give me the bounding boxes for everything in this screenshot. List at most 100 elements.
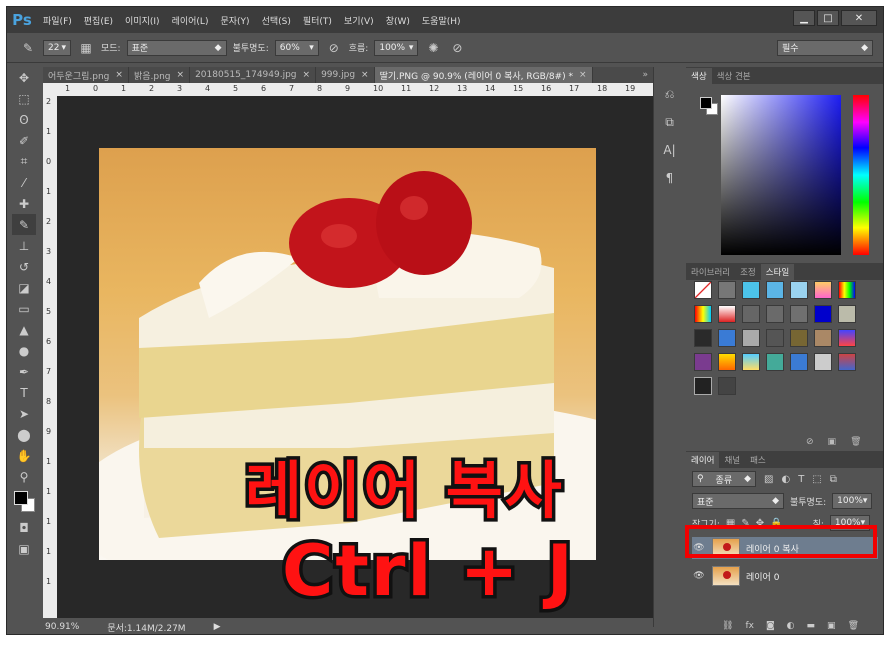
brush-tool-icon[interactable]: ✎: [19, 39, 37, 57]
mode-select[interactable]: 표준 ◆: [126, 39, 227, 56]
style-swatch[interactable]: [742, 353, 760, 371]
path-select-tool-icon[interactable]: ➤: [12, 403, 36, 424]
close-tab-icon[interactable]: ×: [115, 70, 123, 80]
tab-layers[interactable]: 레이어: [686, 452, 720, 468]
close-tab-icon[interactable]: ×: [579, 70, 587, 80]
style-swatch[interactable]: [766, 305, 784, 323]
style-swatch[interactable]: [718, 281, 736, 299]
style-swatch[interactable]: [718, 329, 736, 347]
tab-color[interactable]: 색상: [686, 68, 712, 84]
dodge-tool-icon[interactable]: ●: [12, 340, 36, 361]
menu-type[interactable]: 문자(Y): [214, 14, 255, 27]
new-layer-icon[interactable]: ▣: [827, 621, 836, 631]
style-swatch[interactable]: [790, 353, 808, 371]
quick-mask-icon[interactable]: ◘: [12, 517, 36, 538]
style-swatch[interactable]: [766, 281, 784, 299]
hue-slider[interactable]: [853, 95, 869, 255]
doc-tab[interactable]: 999.jpg ×: [316, 67, 375, 83]
marquee-tool-icon[interactable]: ⬚: [12, 88, 36, 109]
style-swatch[interactable]: [694, 281, 712, 299]
style-swatch[interactable]: [790, 281, 808, 299]
style-swatch[interactable]: [814, 353, 832, 371]
doc-tab[interactable]: 20180515_174949.jpg ×: [190, 67, 317, 83]
layer-opacity-field[interactable]: 100% ▾: [832, 493, 873, 509]
tab-libraries[interactable]: 라이브러리: [686, 264, 735, 280]
close-tab-icon[interactable]: ×: [177, 70, 185, 80]
menu-select[interactable]: 선택(S): [256, 14, 297, 27]
lasso-tool-icon[interactable]: ʘ: [12, 109, 36, 130]
tab-swatches[interactable]: 색상 견본: [712, 68, 756, 84]
style-swatch[interactable]: [790, 329, 808, 347]
adjustment-layer-icon[interactable]: ◐: [787, 621, 795, 631]
gradient-tool-icon[interactable]: ▭: [12, 298, 36, 319]
color-swatches[interactable]: [11, 487, 37, 517]
doc-tab-active[interactable]: 딸기.PNG @ 90.9% (레이어 0 복사, RGB/8#) * ×: [374, 67, 593, 83]
filter-smart-icon[interactable]: ⧉: [830, 474, 837, 485]
brush-tool-icon[interactable]: ✎: [12, 214, 36, 235]
opacity-field[interactable]: 60% ▾: [274, 39, 319, 56]
history-brush-tool-icon[interactable]: ↺: [12, 256, 36, 277]
style-swatch[interactable]: [838, 281, 856, 299]
style-swatch[interactable]: [838, 353, 856, 371]
color-picker-field[interactable]: [721, 95, 841, 255]
style-swatch[interactable]: [718, 377, 736, 395]
brush-panel-icon[interactable]: ▦: [77, 39, 95, 57]
status-arrow-icon[interactable]: ▶: [214, 622, 221, 632]
doc-tab[interactable]: 밝음.png ×: [129, 67, 191, 83]
style-swatch[interactable]: [814, 305, 832, 323]
fg-color-chip[interactable]: [700, 97, 712, 109]
foreground-color-swatch[interactable]: [14, 491, 28, 505]
pen-tool-icon[interactable]: ✒: [12, 361, 36, 382]
healing-tool-icon[interactable]: ✚: [12, 193, 36, 214]
tab-adjustments[interactable]: 조정: [735, 264, 761, 280]
screen-mode-icon[interactable]: ▣: [12, 538, 36, 559]
filter-pixel-icon[interactable]: ▨: [764, 474, 773, 485]
style-swatch[interactable]: [838, 305, 856, 323]
style-swatch[interactable]: [790, 305, 808, 323]
style-swatch[interactable]: [814, 281, 832, 299]
fx-icon[interactable]: fx: [745, 621, 754, 631]
type-tool-icon[interactable]: T: [12, 382, 36, 403]
style-swatch[interactable]: [742, 329, 760, 347]
style-swatch[interactable]: [742, 305, 760, 323]
doc-tab[interactable]: 어두운그림.png ×: [43, 67, 129, 83]
menu-filter[interactable]: 필터(T): [297, 14, 338, 27]
maximize-button[interactable]: □: [817, 10, 839, 26]
move-tool-icon[interactable]: ✥: [12, 67, 36, 88]
new-style-icon[interactable]: ▣: [828, 437, 837, 447]
delete-layer-icon[interactable]: 🗑: [848, 621, 859, 631]
blur-tool-icon[interactable]: ▲: [12, 319, 36, 340]
crop-tool-icon[interactable]: ⌗: [12, 151, 36, 172]
properties-panel-icon[interactable]: ⧉: [659, 111, 681, 133]
airbrush-icon[interactable]: ✺: [424, 39, 442, 57]
style-swatch[interactable]: [694, 305, 712, 323]
zoom-level[interactable]: 90.91%: [45, 622, 79, 632]
shape-tool-icon[interactable]: ⬤: [12, 424, 36, 445]
tabs-overflow-icon[interactable]: »: [637, 67, 653, 83]
minimize-button[interactable]: ▁: [793, 10, 815, 26]
style-swatch[interactable]: [694, 329, 712, 347]
paragraph-panel-icon[interactable]: ¶: [659, 167, 681, 189]
history-panel-icon[interactable]: ⎌: [659, 83, 681, 105]
menu-window[interactable]: 창(W): [380, 14, 416, 27]
workspace-select[interactable]: 필수 ◆: [777, 39, 873, 56]
no-style-icon[interactable]: ⊘: [806, 437, 814, 447]
tab-styles[interactable]: 스타일: [760, 264, 795, 280]
layer-filter-select[interactable]: ⚲ 종류 ◆: [692, 471, 756, 487]
layer-mask-icon[interactable]: ◙: [766, 621, 775, 631]
menu-image[interactable]: 이미지(I): [119, 14, 166, 27]
quick-select-tool-icon[interactable]: ✐: [12, 130, 36, 151]
style-swatch[interactable]: [718, 305, 736, 323]
brush-size-picker[interactable]: 22 ▾: [43, 39, 71, 56]
layer-row-original[interactable]: 👁 레이어 0: [692, 565, 878, 587]
stamp-tool-icon[interactable]: ⊥: [12, 235, 36, 256]
filter-adjust-icon[interactable]: ◐: [781, 474, 790, 485]
filter-shape-icon[interactable]: ⬚: [812, 474, 821, 485]
style-swatch[interactable]: [694, 377, 712, 395]
character-panel-icon[interactable]: A|: [659, 139, 681, 161]
menu-file[interactable]: 파일(F): [37, 14, 78, 27]
flow-field[interactable]: 100% ▾: [374, 39, 419, 56]
menu-layer[interactable]: 레이어(L): [166, 14, 215, 27]
close-button[interactable]: ✕: [841, 10, 877, 26]
eye-icon[interactable]: 👁: [692, 571, 706, 581]
